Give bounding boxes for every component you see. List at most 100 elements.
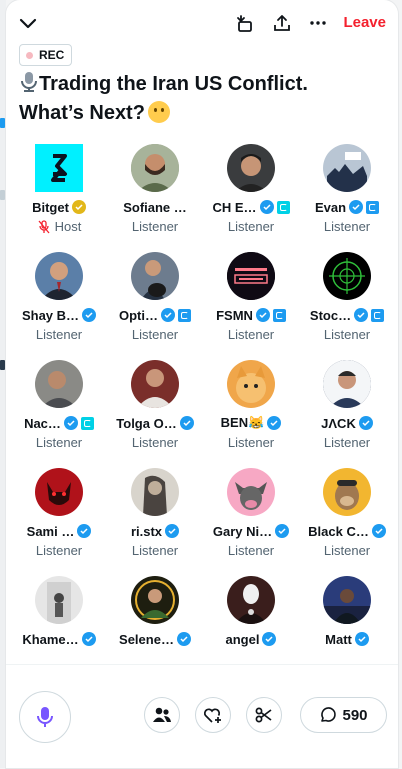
- verified-icon: [358, 416, 373, 430]
- background-fragment: [0, 118, 5, 128]
- request-mic-button[interactable]: [19, 691, 71, 743]
- participant-role: Listener: [35, 543, 83, 558]
- avatar: [131, 468, 179, 516]
- verified-icon: [371, 524, 386, 538]
- participant-card[interactable]: CH E… Listener: [203, 144, 299, 252]
- participant-card[interactable]: Stoc… Listener: [299, 252, 395, 360]
- affiliate-icon: [366, 200, 380, 214]
- participant-name: BEN😹: [220, 415, 265, 430]
- participant-card[interactable]: Tolga O… Listener: [107, 360, 203, 468]
- recording-badge: REC: [19, 44, 73, 66]
- participant-card[interactable]: Opti… Listener: [107, 252, 203, 360]
- participant-role: Listener: [131, 435, 179, 450]
- participant-card[interactable]: FSMN Listener: [203, 252, 299, 360]
- participant-card[interactable]: Sami … Listener: [11, 468, 107, 576]
- participant-role: Listener: [227, 327, 275, 342]
- participant-role: Listener: [131, 219, 179, 234]
- verified-icon: [165, 524, 180, 538]
- dock-icon: [237, 15, 252, 32]
- verified-icon: [77, 524, 92, 538]
- leave-button[interactable]: Leave: [343, 14, 386, 31]
- avatar: [323, 144, 371, 192]
- participant-card[interactable]: Black C… Listener: [299, 468, 395, 576]
- avatar: [131, 144, 179, 192]
- avatar: [323, 360, 371, 408]
- participant-name: Matt: [325, 631, 352, 647]
- chat-bubble-icon: [321, 707, 337, 722]
- participant-name: angel: [225, 631, 260, 647]
- background-fragment: [0, 190, 5, 200]
- clip-button[interactable]: [246, 697, 282, 733]
- participant-role: Listener: [323, 219, 371, 234]
- participant-card[interactable]: Bitget Host: [11, 144, 107, 252]
- verified-icon: [349, 200, 364, 214]
- participant-name: Opti…: [119, 307, 158, 323]
- participant-card[interactable]: Evan Listener: [299, 144, 395, 252]
- microphone-icon: [19, 71, 39, 100]
- verified-gold-icon: [71, 200, 86, 214]
- participant-card[interactable]: Nac… Listener: [11, 360, 107, 468]
- participant-name: Sofiane …: [123, 199, 187, 215]
- participant-role: Listener: [323, 327, 371, 342]
- verified-icon: [267, 416, 282, 430]
- participant-name: Gary Ni…: [212, 523, 273, 539]
- participant-name: Shay B…: [21, 307, 80, 323]
- participant-role: Listener: [131, 327, 179, 342]
- participant-role: Host: [54, 219, 82, 234]
- participant-card[interactable]: Gary Ni… Listener: [203, 468, 299, 576]
- affiliate-icon: [276, 200, 290, 214]
- dock-button[interactable]: [231, 9, 259, 37]
- participant-role: Listener: [227, 219, 275, 234]
- heart-plus-icon: [204, 708, 221, 723]
- collapse-button[interactable]: [14, 9, 42, 37]
- participant-role: Listener: [227, 543, 275, 558]
- verified-icon: [262, 632, 277, 646]
- participant-name: Black C…: [308, 523, 369, 539]
- avatar: [35, 252, 83, 300]
- avatar: [131, 360, 179, 408]
- verified-icon: [176, 632, 191, 646]
- affiliate-icon: [178, 308, 191, 322]
- participants-button[interactable]: [144, 697, 180, 733]
- recording-label: REC: [39, 48, 65, 62]
- more-dots-icon: [310, 21, 326, 25]
- more-button[interactable]: [304, 9, 332, 37]
- share-button[interactable]: [268, 9, 296, 37]
- participant-card[interactable]: Sofiane … Listener: [107, 144, 203, 252]
- participant-card[interactable]: JΛCK Listener: [299, 360, 395, 468]
- avatar: [35, 360, 83, 408]
- thinking-face-icon: [147, 101, 170, 123]
- participant-role: Listener: [323, 435, 371, 450]
- participant-card[interactable]: Shay B… Listener: [11, 252, 107, 360]
- participant-role: Listener: [227, 435, 275, 450]
- avatar: [227, 144, 275, 192]
- avatar: [323, 468, 371, 516]
- verified-icon: [255, 308, 270, 322]
- participant-card[interactable]: ri.stx Listener: [107, 468, 203, 576]
- verified-icon: [82, 308, 97, 322]
- participant-name: Selene…: [119, 631, 174, 647]
- verified-icon: [259, 200, 274, 214]
- share-icon: [274, 15, 290, 31]
- verified-icon: [81, 632, 96, 646]
- participant-name: Tolga O…: [116, 415, 177, 431]
- space-title: Trading the Iran US Conflict. What’s Nex…: [19, 71, 349, 126]
- space-sheet: Leave REC Trading the Iran US Conflict. …: [6, 0, 398, 768]
- participant-name: Nac…: [24, 415, 61, 431]
- affiliate-icon: [272, 308, 286, 322]
- participant-name: ri.stx: [130, 523, 163, 539]
- avatar: [227, 252, 275, 300]
- verified-icon: [179, 416, 194, 430]
- verified-icon: [161, 308, 175, 322]
- react-button[interactable]: [195, 697, 231, 733]
- participant-name: Evan: [314, 199, 347, 215]
- replies-button[interactable]: 590: [300, 697, 387, 733]
- avatar: [35, 144, 83, 192]
- participant-role: Listener: [131, 543, 179, 558]
- scissors-icon: [255, 707, 272, 723]
- participant-card[interactable]: BEN😹 Listener: [203, 360, 299, 468]
- avatar: [131, 576, 179, 624]
- participant-name: Bitget: [32, 199, 69, 215]
- reply-count: 590: [342, 706, 368, 724]
- participant-role: Listener: [35, 435, 83, 450]
